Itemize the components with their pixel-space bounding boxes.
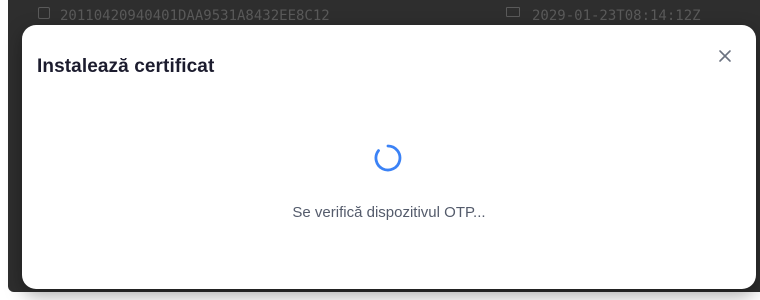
background-timestamp-cell: 2029-01-23T08:14:12Z — [506, 6, 701, 26]
loading-spinner-icon — [374, 144, 402, 172]
calendar-icon — [506, 7, 520, 17]
background-table-row: 20110420940401DAA9531A8432EE8C12 2029-01… — [38, 6, 760, 26]
close-icon — [719, 50, 731, 62]
install-certificate-dialog: Instalează certificat Se verifică dispoz… — [22, 25, 756, 289]
background-id-cell: 20110420940401DAA9531A8432EE8C12 — [38, 6, 330, 26]
dialog-title: Instalează certificat — [37, 56, 215, 77]
row-checkbox — [38, 7, 50, 19]
background-timestamp-text: 2029-01-23T08:14:12Z — [532, 8, 701, 24]
close-button[interactable] — [714, 45, 736, 67]
background-id-text: 20110420940401DAA9531A8432EE8C12 — [60, 8, 330, 24]
app-window: 20110420940401DAA9531A8432EE8C12 2029-01… — [0, 0, 760, 300]
verification-status-text: Se verifică dispozitivul OTP... — [292, 204, 486, 221]
